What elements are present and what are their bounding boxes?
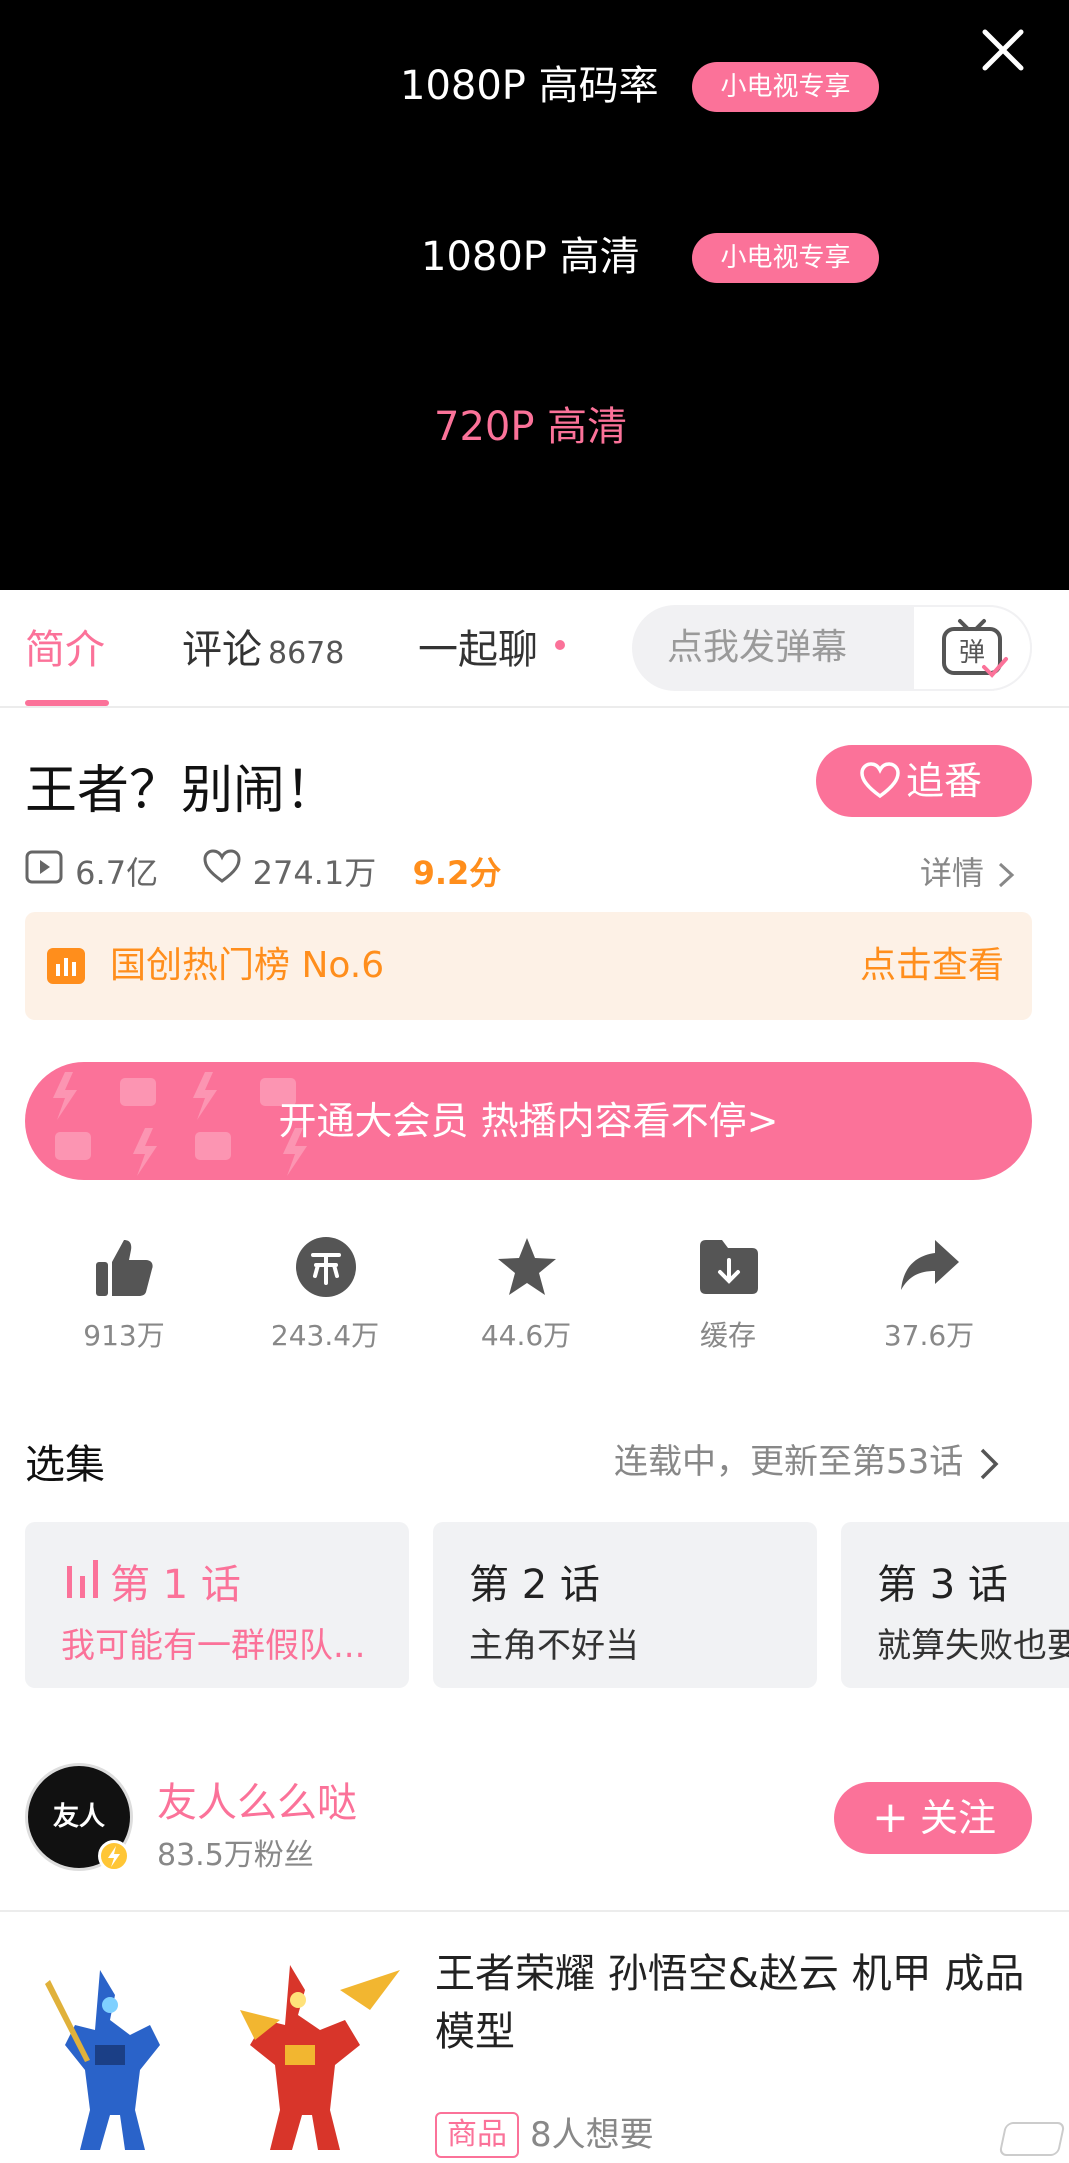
cache-button[interactable]: 缓存 — [648, 1230, 808, 1360]
tab-chat[interactable]: 一起聊 — [418, 622, 538, 678]
quality-option-1080p[interactable]: 1080P 高清 小电视专享 — [0, 227, 1069, 287]
danmaku-input[interactable]: 点我发弹幕 弹 — [632, 605, 1032, 691]
subscribe-label: 关注 — [920, 1796, 997, 1840]
vip-promo-banner[interactable]: 开通大会员 热播内容看不停> — [25, 1062, 1032, 1180]
follow-show-button[interactable]: 追番 — [816, 745, 1032, 817]
episode-subtitle: 主角不好当 — [469, 1626, 639, 1666]
tab-comments-label: 评论 — [182, 627, 262, 673]
download-folder-icon — [700, 1240, 758, 1294]
product-want-count: 8人想要 — [530, 2115, 654, 2155]
tab-intro[interactable]: 简介 — [25, 622, 105, 678]
heart-icon — [860, 762, 900, 799]
active-tab-indicator — [25, 700, 109, 706]
favorite-count: 274.1万 — [252, 854, 377, 892]
red-mech-figure-icon — [240, 1965, 400, 2150]
episode-subtitle: 我可能有一群假队... — [61, 1626, 366, 1666]
coin-button[interactable]: 243.4万 — [245, 1230, 405, 1360]
coin-icon — [296, 1237, 356, 1297]
quality-option-1080p-high-bitrate[interactable]: 1080P 高码率 小电视专享 — [0, 56, 1069, 116]
ranking-banner[interactable]: 国创热门榜 No.6 点击查看 — [25, 912, 1032, 1020]
details-link[interactable]: 详情 — [920, 848, 1018, 894]
favorite-count-label: 44.6万 — [480, 1319, 572, 1352]
chevron-right-icon — [980, 1448, 999, 1479]
coin-count: 243.4万 — [270, 1319, 380, 1352]
thumbs-up-icon — [96, 1240, 153, 1296]
details-label: 详情 — [920, 854, 985, 892]
like-count: 913万 — [83, 1319, 165, 1352]
blue-mech-figure-icon — [45, 1970, 160, 2150]
divider — [0, 1910, 1069, 1912]
danmaku-send-button[interactable]: 弹 — [912, 605, 1032, 691]
quality-label: 1080P 高码率 — [400, 63, 659, 109]
star-icon — [498, 1238, 556, 1295]
share-count: 37.6万 — [883, 1319, 975, 1352]
vip-badge: 小电视专享 — [692, 233, 879, 283]
watermark-icon — [998, 2122, 1066, 2156]
episode-title: 第 2 话 — [469, 1562, 600, 1608]
episode-subtitle: 就算失败也要 — [877, 1626, 1069, 1666]
chevron-right-icon — [999, 862, 1015, 888]
episode-card-1[interactable]: 第 1 话 我可能有一群假队... — [25, 1522, 409, 1688]
playing-indicator-icon — [67, 1560, 98, 1598]
share-button[interactable]: 37.6万 — [849, 1230, 1009, 1360]
danmaku-icon: 弹 — [942, 619, 1008, 678]
heart-outline-icon — [202, 849, 242, 893]
product-title[interactable]: 王者荣耀 孙悟空&赵云 机甲 成品模型 — [435, 1945, 1035, 2061]
episodes-meta: 连载中，更新至第53话 — [614, 1442, 964, 1482]
uploader-name[interactable]: 友人么么哒 — [157, 1770, 357, 1828]
play-count-icon — [25, 849, 65, 893]
new-dot-badge — [555, 640, 565, 650]
vip-badge: 小电视专享 — [692, 62, 879, 112]
quality-selector-panel: 1080P 高码率 小电视专享 1080P 高清 小电视专享 720P 高清 — [0, 0, 1069, 590]
comment-count: 8678 — [268, 636, 345, 671]
episode-card-3[interactable]: 第 3 话 就算失败也要 — [841, 1522, 1069, 1688]
quality-label: 720P 高清 — [434, 404, 628, 450]
product-tag: 商品 — [435, 2112, 519, 2158]
episodes-update-link[interactable]: 连载中，更新至第53话 — [614, 1434, 1004, 1483]
plus-icon: + — [872, 1792, 909, 1843]
rating-score: 9.2分 — [412, 854, 502, 892]
episode-title: 第 1 话 — [110, 1562, 241, 1608]
danmaku-placeholder: 点我发弹幕 — [667, 627, 848, 668]
episodes-title: 选集 — [25, 1442, 105, 1488]
cache-label: 缓存 — [699, 1319, 756, 1352]
quality-label: 1080P 高清 — [421, 234, 640, 280]
ranking-chart-icon — [47, 948, 85, 984]
episode-card-2[interactable]: 第 2 话 主角不好当 — [433, 1522, 817, 1688]
ranking-text: 国创热门榜 No.6 — [110, 945, 385, 986]
tab-comments[interactable]: 评论 8678 — [182, 622, 344, 682]
vip-promo-text: 开通大会员 热播内容看不停> — [278, 1099, 779, 1143]
follow-label: 追番 — [906, 759, 983, 803]
uploader-fans: 83.5万粉丝 — [157, 1838, 314, 1873]
ranking-view-link[interactable]: 点击查看 — [860, 912, 1004, 1020]
svg-text:弹: 弹 — [959, 638, 985, 668]
show-stats: 6.7亿 274.1万 9.2分 — [25, 848, 501, 892]
show-title: 王者？别闹！ — [25, 761, 338, 821]
favorite-button[interactable]: 44.6万 — [446, 1230, 606, 1360]
like-button[interactable]: 913万 — [44, 1230, 204, 1360]
episode-title: 第 3 话 — [877, 1562, 1008, 1608]
avatar-logo-text: 友人 — [52, 1802, 105, 1832]
product-image[interactable] — [40, 1950, 410, 2163]
quality-option-720p[interactable]: 720P 高清 — [0, 397, 1069, 457]
play-count: 6.7亿 — [75, 854, 159, 892]
subscribe-button[interactable]: + 关注 — [834, 1782, 1032, 1854]
verified-lightning-icon — [98, 1840, 130, 1872]
share-icon — [901, 1240, 959, 1290]
